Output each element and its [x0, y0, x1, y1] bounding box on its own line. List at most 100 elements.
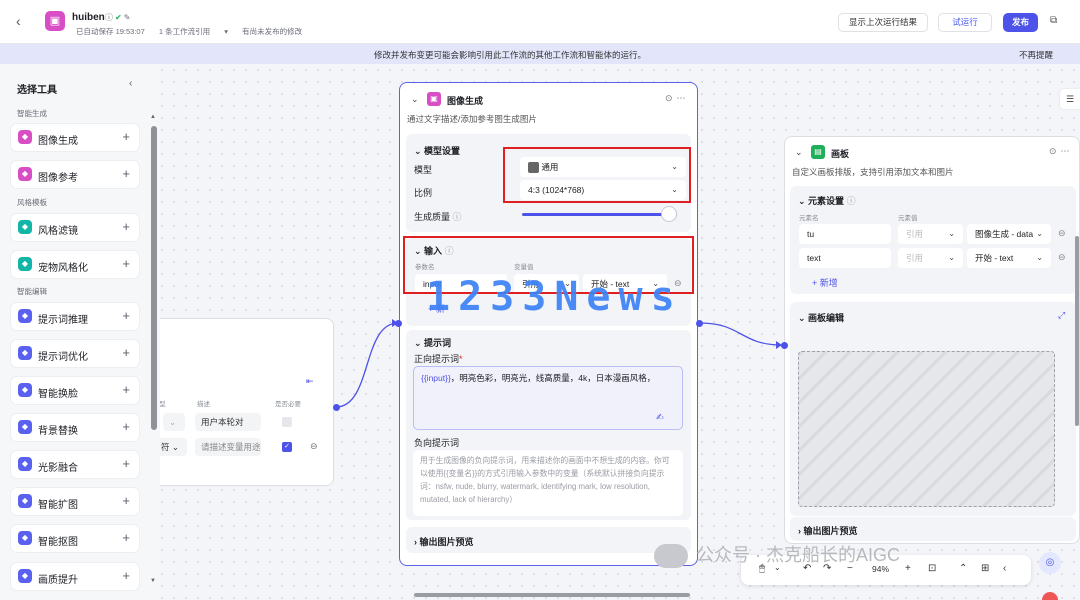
image-node-output-port[interactable]: [696, 320, 703, 327]
workflow-ref-dropdown[interactable]: 1 条工作流引用 ▾: [159, 27, 228, 36]
sidebar-item[interactable]: ◆ 智能换脸 +: [11, 377, 139, 404]
sidebar-item[interactable]: ◆ 宠物风格化 +: [11, 251, 139, 278]
element-type-select-2[interactable]: 引用 ⌄: [898, 248, 963, 268]
add-icon[interactable]: +: [122, 129, 130, 144]
prompt-optimize-icon[interactable]: ✍: [656, 412, 664, 423]
board-canvas-preview[interactable]: [798, 351, 1055, 507]
col-required-header: 是否必要: [275, 401, 301, 408]
add-icon[interactable]: +: [122, 345, 130, 360]
sidebar-item-label: 风格滤镜: [38, 226, 78, 237]
image-node-input-port[interactable]: [395, 320, 402, 327]
col-desc-header: 描述: [197, 401, 210, 408]
expand-icon[interactable]: ⤢: [1058, 310, 1065, 321]
element-value-select-2[interactable]: 开始 - text ⌄: [967, 248, 1051, 268]
node-title: 画板: [831, 149, 850, 159]
board-output-preview-panel[interactable]: › 输出图片预览: [790, 517, 1076, 541]
sidebar-item[interactable]: ◆ 智能扩图 +: [11, 488, 139, 515]
sidebar-scrollbar[interactable]: [151, 126, 157, 430]
test-run-button[interactable]: 试运行: [938, 13, 992, 32]
canvas-vscrollbar[interactable]: [1075, 236, 1079, 426]
assistant-icon[interactable]: ◎: [1039, 552, 1061, 574]
add-icon[interactable]: +: [122, 456, 130, 471]
sidebar-item[interactable]: ◆ 提示词推理 +: [11, 303, 139, 330]
add-icon[interactable]: +: [122, 166, 130, 181]
scroll-up-icon[interactable]: ▲: [150, 114, 156, 120]
sidebar-item[interactable]: ◆ 提示词优化 +: [11, 340, 139, 367]
add-element-button[interactable]: + 新增: [812, 276, 838, 289]
start-node[interactable]: ⇤ 型 描述 是否必要 ⌄ 用户本轮对 符 ⌄ 请描述变量用途 ✓ ⊖: [140, 318, 334, 486]
back-icon[interactable]: ‹: [16, 13, 21, 29]
board-node[interactable]: ⌄ ▤ 画板 ⊙⋯ 自定义画板排版，支持引用添加文本和图片 ⌄ 元素设置 ⓘ 元…: [784, 136, 1080, 544]
sidebar-item-label: 智能扩图: [38, 500, 78, 511]
edit-icon[interactable]: ✎: [124, 13, 133, 22]
image-gen-node[interactable]: ⌄ ▣ 图像生成 ⊙⋯ 通过文字描述/添加参考图生成图片 ⌄ 模型设置 模型 通…: [399, 82, 698, 566]
add-icon[interactable]: +: [122, 256, 130, 271]
board-edit-title[interactable]: ⌄ 画板编辑: [798, 311, 844, 324]
prompt-infer-icon: ◆: [18, 309, 32, 323]
output-preview-title[interactable]: › 输出图片预览: [414, 535, 474, 548]
negative-prompt-input[interactable]: 用于生成图像的负向提示词，用来描述你的画面中不想生成的内容。你可以使用{{变量名…: [413, 450, 683, 516]
image-gen-icon: ◆: [18, 130, 32, 144]
show-last-run-button[interactable]: 显示上次运行结果: [838, 13, 929, 32]
remove-icon[interactable]: ⊖: [1058, 252, 1066, 263]
publish-button[interactable]: 发布: [1003, 13, 1038, 32]
sidebar-item[interactable]: ◆ 画质提升 +: [11, 563, 139, 590]
sidebar-item-label: 智能抠图: [38, 537, 78, 548]
add-icon[interactable]: +: [122, 419, 130, 434]
fit-view-icon[interactable]: ⊡: [928, 563, 936, 574]
element-name-input-2[interactable]: text: [799, 248, 891, 268]
minimap-toggle-icon[interactable]: ⌃: [959, 563, 967, 574]
highlight-box: [503, 147, 691, 203]
collapse-icon[interactable]: ⌄: [411, 94, 419, 105]
var-desc-field[interactable]: 用户本轮对: [195, 413, 261, 431]
node-desc: 自定义画板排版，支持引用添加文本和图片: [792, 167, 954, 177]
layout-icon[interactable]: ⊞: [981, 563, 989, 574]
info-icon[interactable]: ⓘ: [105, 13, 115, 22]
node-options[interactable]: ⊙⋯: [1049, 146, 1074, 157]
add-icon[interactable]: +: [122, 530, 130, 545]
add-icon[interactable]: +: [122, 382, 130, 397]
sidebar-item[interactable]: ◆ 光影融合 +: [11, 451, 139, 478]
add-icon[interactable]: +: [122, 308, 130, 323]
remove-icon[interactable]: ⊖: [1058, 228, 1066, 239]
copy-icon[interactable]: ⧉: [1050, 15, 1057, 26]
sidebar-item[interactable]: ◆ 风格滤镜 +: [11, 214, 139, 241]
output-preview-title[interactable]: › 输出图片预览: [798, 524, 858, 537]
var-desc-field-2[interactable]: 请描述变量用途: [195, 438, 261, 456]
sidebar-item[interactable]: ◆ 智能抠图 +: [11, 525, 139, 552]
output-preview-panel[interactable]: › 输出图片预览: [406, 527, 691, 553]
sidebar-item-label: 提示词推理: [38, 315, 88, 326]
collapse-icon[interactable]: ⌄: [795, 147, 803, 158]
add-icon[interactable]: +: [122, 568, 130, 583]
start-node-output-port[interactable]: [333, 404, 340, 411]
prompt-title[interactable]: ⌄ 提示词: [414, 336, 451, 349]
board-icon: ▤: [811, 145, 825, 159]
zoom-in-icon[interactable]: +: [905, 563, 911, 574]
quality-slider-track[interactable]: [522, 213, 677, 216]
model-settings-title[interactable]: ⌄ 模型设置: [414, 144, 460, 157]
element-name-input[interactable]: tu: [799, 224, 891, 244]
positive-prompt-input[interactable]: {{input}}，明亮色彩，明亮光，线高质量，4k，日本漫画风格，: [413, 366, 683, 430]
add-icon[interactable]: +: [122, 493, 130, 508]
sidebar-item[interactable]: ◆ 图像生成 +: [11, 124, 139, 151]
outline-icon[interactable]: ☰: [1060, 89, 1080, 109]
sidebar-item[interactable]: ◆ 背景替换 +: [11, 414, 139, 441]
var-type-select[interactable]: ⌄: [163, 413, 185, 431]
required-checkbox[interactable]: [282, 417, 292, 427]
add-icon[interactable]: +: [122, 219, 130, 234]
scroll-down-icon[interactable]: ▼: [150, 578, 156, 584]
collapse-toolbar-icon[interactable]: ‹: [1003, 563, 1006, 574]
element-settings-title[interactable]: ⌄ 元素设置 ⓘ: [798, 194, 856, 207]
banner-dismiss-link[interactable]: 不再提醒: [1019, 49, 1053, 61]
canvas-hscrollbar[interactable]: [414, 593, 690, 597]
required-checkbox-2[interactable]: ✓: [282, 442, 292, 452]
sidebar-item[interactable]: ◆ 图像参考 +: [11, 161, 139, 188]
element-value-select[interactable]: 图像生成 - data ⌄: [967, 224, 1051, 244]
board-node-input-port[interactable]: [781, 342, 788, 349]
remove-icon[interactable]: ⊖: [310, 441, 318, 452]
light-blend-icon: ◆: [18, 457, 32, 471]
node-options[interactable]: ⊙⋯: [665, 93, 690, 104]
exit-icon[interactable]: ⇤: [306, 376, 314, 387]
collapse-icon[interactable]: ‹: [129, 78, 132, 89]
element-type-select[interactable]: 引用 ⌄: [898, 224, 963, 244]
